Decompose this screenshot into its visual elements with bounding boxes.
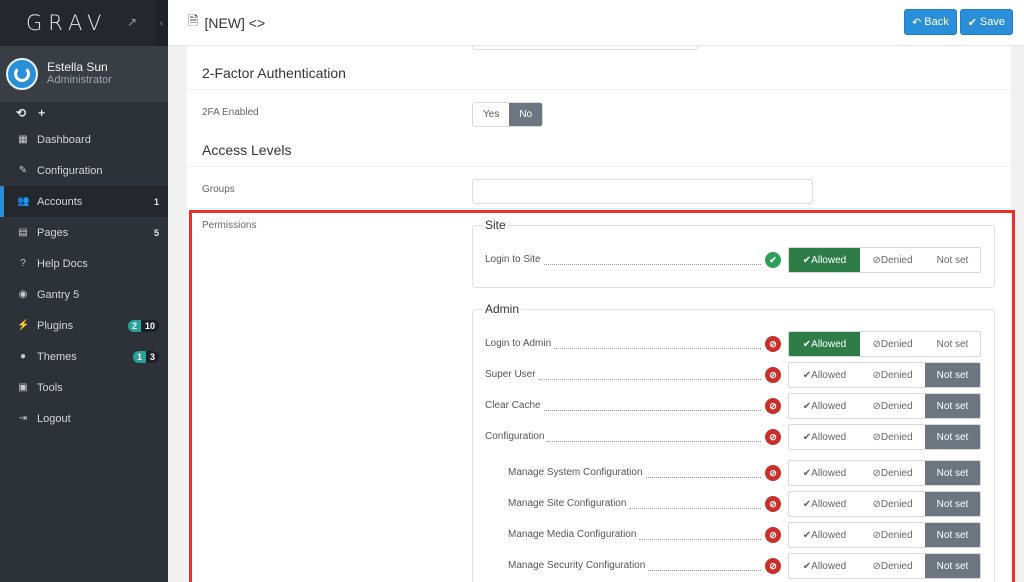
nav-badges: 13	[132, 350, 159, 363]
external-link-icon[interactable]: ↗	[127, 15, 137, 29]
two-factor-title: 2-Factor Authentication	[202, 65, 346, 81]
user-role: Administrator	[47, 74, 112, 86]
sidebar-item-pages[interactable]: ▤ Pages 5	[0, 217, 168, 248]
wrench-icon: ✎	[18, 165, 28, 176]
reply-icon: ↶	[912, 16, 922, 29]
sidebar-item-label: Accounts	[37, 195, 83, 208]
logo-bar: GRAV ↗ ‹	[0, 0, 168, 46]
sidebar-item-plugins[interactable]: ⚡ Plugins 2 10	[0, 310, 168, 341]
quick-actions: ⟲ +	[0, 102, 168, 124]
sidebar-item-label: Gantry 5	[37, 288, 80, 301]
nav-count: 5	[153, 227, 159, 238]
update-badge: 1	[132, 350, 146, 363]
previous-field-stub[interactable]	[472, 46, 698, 50]
total-badge: 10	[140, 319, 159, 332]
sidebar-item-label: Dashboard	[37, 133, 91, 146]
nav-count: 1	[153, 196, 159, 207]
sidebar-item-accounts[interactable]: 👥 Accounts 1	[0, 186, 168, 217]
sidebar-item-label: Tools	[37, 381, 63, 394]
check-icon: ✔	[967, 16, 977, 29]
sidebar-item-themes[interactable]: ● Themes 1 3	[0, 341, 168, 372]
page-title: [NEW] <>	[204, 14, 266, 31]
avatar	[6, 58, 38, 90]
help-icon: ?	[20, 258, 26, 269]
nav-badges: 2 10	[127, 319, 159, 332]
sidebar-item-help-docs[interactable]: ? Help Docs	[0, 248, 168, 279]
sidebar-item-label: Logout	[37, 412, 71, 425]
access-levels-title: Access Levels	[202, 142, 292, 158]
twofa-no[interactable]: No	[509, 103, 543, 126]
file-icon: ▤	[18, 227, 28, 238]
sidebar-item-label: Help Docs	[37, 257, 88, 270]
sidebar-nav: ▦ Dashboard ✎ Configuration 👥 Accounts 1 ▤ Pages…	[0, 124, 168, 434]
user-name: Estella Sun	[47, 60, 108, 74]
users-icon: 👥	[17, 196, 30, 207]
refresh-icon[interactable]: ⟲	[16, 106, 26, 120]
logout-icon: ⇥	[18, 413, 28, 424]
groups-input[interactable]	[472, 179, 813, 204]
sidebar-item-gantry-5[interactable]: ◉ Gantry 5	[0, 279, 168, 310]
briefcase-icon: ▣	[18, 382, 28, 393]
sidebar-item-label: Configuration	[37, 164, 103, 177]
sidebar-item-label: Pages	[37, 226, 69, 239]
top-header: 🗎 [NEW] <> ↶ Back ✔ Save	[168, 0, 1024, 46]
sidebar-collapse-toggle[interactable]: ‹	[155, 0, 168, 46]
sidebar-item-configuration[interactable]: ✎ Configuration	[0, 155, 168, 186]
update-badge: 2	[127, 319, 141, 332]
user-profile[interactable]: Estella Sun Administrator	[0, 46, 168, 102]
document-icon: 🗎	[188, 12, 199, 28]
plus-icon[interactable]: +	[38, 106, 45, 120]
twofa-toggle: Yes No	[472, 102, 544, 127]
plug-icon: ⚡	[17, 320, 30, 331]
drop-icon: ●	[19, 351, 27, 362]
grid-icon: ▦	[18, 134, 28, 145]
sidebar-item-tools[interactable]: ▣ Tools	[0, 372, 168, 403]
grav-logo[interactable]: GRAV	[26, 11, 107, 35]
sidebar-item-dashboard[interactable]: ▦ Dashboard	[0, 124, 168, 155]
gantry-icon: ◉	[18, 289, 28, 300]
sidebar-item-label: Plugins	[37, 319, 74, 332]
sidebar-item-logout[interactable]: ⇥ Logout	[0, 403, 168, 434]
sidebar-item-label: Themes	[37, 350, 77, 363]
twofa-label: 2FA Enabled	[202, 107, 259, 118]
save-button[interactable]: ✔ Save	[959, 9, 1013, 35]
twofa-yes[interactable]: Yes	[473, 103, 510, 126]
total-badge: 3	[145, 350, 159, 363]
sidebar: GRAV ↗ ‹ Estella Sun Administrator ⟲ + ▦…	[0, 0, 168, 582]
back-button[interactable]: ↶ Back	[904, 9, 957, 35]
groups-label: Groups	[202, 184, 235, 195]
permissions-highlight	[189, 210, 1015, 582]
